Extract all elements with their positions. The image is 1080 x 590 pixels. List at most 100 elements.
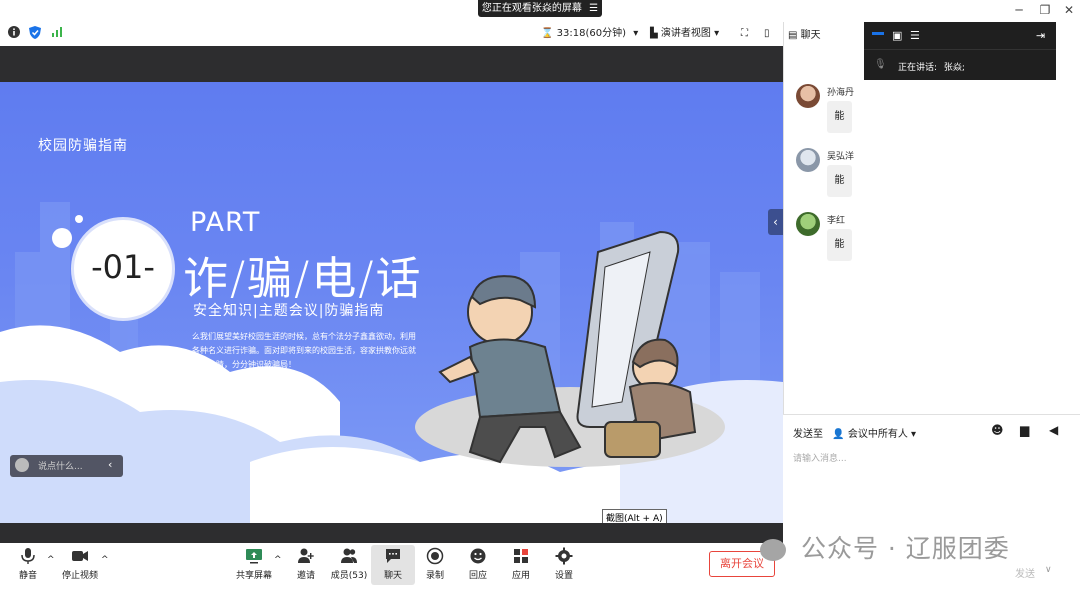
layout-icon: ▙ <box>650 28 658 39</box>
meeting-controls: 静音 ^ 停止视频 ^ 共享屏幕 ^ 邀请 成员(53) 聊天 录制 回应 应用… <box>0 543 783 590</box>
record-button[interactable]: 录制 <box>413 545 457 585</box>
chat-panel-title: 聊天 <box>800 30 821 41</box>
slide-title: 诈/骗/电/话 <box>183 252 423 305</box>
microphone-icon <box>21 548 35 564</box>
send-to-selector[interactable]: 发送至 👤 会议中所有人 ▾ <box>793 425 916 440</box>
sidebar-toggle-icon[interactable]: ▯ <box>764 26 770 42</box>
shield-icon[interactable] <box>29 26 41 42</box>
chevron-down-icon[interactable]: ∨ <box>1045 565 1052 575</box>
members-button[interactable]: 成员(53) <box>327 545 371 585</box>
stop-video-label: 停止视频 <box>61 571 98 581</box>
apps-label: 应用 <box>511 571 530 581</box>
folder-icon[interactable]: ▆ <box>1020 423 1029 437</box>
panel-collapse-button[interactable]: ‹ <box>768 209 783 235</box>
screenshot-tooltip: 截图(Alt + A) <box>602 509 667 523</box>
user-icon: 👤 <box>832 429 845 440</box>
view-mode-text: 演讲者视图 <box>660 28 711 39</box>
record-icon <box>426 547 444 565</box>
chevron-down-icon: ▾ <box>714 28 720 39</box>
users-icon <box>341 548 357 563</box>
send-to-label: 发送至 <box>793 429 823 440</box>
close-icon[interactable]: ✕ <box>1060 2 1078 18</box>
shared-slide: 校园防骗指南 -01- PART 诈/骗/电/话 安全知识|主题会议|防骗指南 … <box>0 82 783 523</box>
microphone-icon: 🎙 <box>874 59 887 70</box>
stop-video-button[interactable]: 停止视频 <box>58 545 102 585</box>
share-banner-text: 您正在观看张焱的屏幕 <box>481 3 582 14</box>
avatar[interactable] <box>796 212 820 236</box>
chat-label: 聊天 <box>383 571 402 581</box>
list-icon[interactable]: ☰ <box>910 29 920 42</box>
restore-icon[interactable]: ❐ <box>1036 2 1054 18</box>
message-sender: 李红 <box>827 216 846 226</box>
window-icon[interactable]: ▣ <box>892 29 902 42</box>
decor-dot <box>52 228 72 248</box>
avatar[interactable] <box>796 148 820 172</box>
message-sender: 吴弘洋 <box>827 152 855 162</box>
overlay-chat-placeholder[interactable]: 说点什么... <box>38 459 83 472</box>
watermark-text: 公众号 · 辽服团委 <box>800 534 1010 563</box>
avatar[interactable] <box>796 84 820 108</box>
send-button[interactable]: 发送 <box>1015 565 1035 580</box>
slide-subtitle: 安全知识|主题会议|防骗指南 <box>193 303 385 319</box>
hand-icon <box>470 548 486 564</box>
speaker-window[interactable]: ▣ ☰ ⇥ 🎙 正在讲话: 张焱; <box>864 22 1056 80</box>
share-screen-icon <box>246 549 262 564</box>
fullscreen-icon[interactable]: ⛶ <box>741 26 748 42</box>
slide-description: 么我们展望美好校园生涯的时候，总有个法分子鑫鑫欲动，利用各种名义进行诈骗。面对即… <box>192 332 416 369</box>
settings-button[interactable]: 设置 <box>542 545 586 585</box>
message-sender: 孙海丹 <box>827 88 855 98</box>
apps-button[interactable]: 应用 <box>499 545 543 585</box>
add-user-icon <box>298 548 314 563</box>
signal-icon[interactable] <box>51 26 63 42</box>
send-to-value: 会议中所有人 <box>847 429 908 440</box>
decor-dot <box>75 215 83 223</box>
tile-layout-icon[interactable] <box>872 32 884 35</box>
chevron-up-icon[interactable]: ^ <box>101 555 109 565</box>
chat-bubble-icon: ▤ <box>788 30 798 41</box>
meeting-toolbar: ⌛ 33:18(60分钟) ▾ ▙ 演讲者视图 ▾ ⛶ ▯ <box>0 22 783 46</box>
slide-chat-overlay[interactable]: 说点什么... ‹ <box>10 455 123 477</box>
chevron-left-icon[interactable]: ‹ <box>108 458 112 471</box>
share-banner[interactable]: 您正在观看张焱的屏幕 ☰ <box>478 0 602 17</box>
invite-label: 邀请 <box>296 571 315 581</box>
section-number: -01- <box>91 248 155 286</box>
chevron-down-icon: ▾ <box>911 429 917 440</box>
chevron-up-icon[interactable]: ^ <box>47 555 55 565</box>
meeting-timer[interactable]: ⌛ 33:18(60分钟) ▾ <box>541 26 638 42</box>
hourglass-icon: ⌛ <box>541 28 554 39</box>
stage-bottom-bar <box>0 523 783 543</box>
mute-label: 静音 <box>18 571 37 581</box>
chat-input[interactable]: 请输入消息... <box>793 451 847 464</box>
reactions-button[interactable]: 回应 <box>456 545 500 585</box>
view-mode-selector[interactable]: ▙ 演讲者视图 ▾ <box>650 26 719 42</box>
emoji-icon[interactable] <box>15 458 29 472</box>
speaker-name: 张焱; <box>943 63 965 73</box>
chat-panel-header[interactable]: ▤ 聊天 <box>788 26 821 41</box>
gear-icon <box>555 547 573 565</box>
camera-icon <box>72 551 88 561</box>
wechat-icon <box>760 539 786 561</box>
slide-header: 校园防骗指南 <box>38 138 128 154</box>
apps-grid-icon <box>514 549 528 563</box>
expand-icon[interactable]: ⇥ <box>1036 29 1045 42</box>
speaker-status: 正在讲话: 张焱; <box>898 60 965 73</box>
speaker-label: 正在讲话: <box>898 63 938 73</box>
chevron-down-icon: ▾ <box>633 28 639 39</box>
message-bubble: 能 <box>827 165 852 197</box>
mute-button[interactable]: 静音 <box>6 545 50 585</box>
minimize-icon[interactable]: ─ <box>1010 2 1028 18</box>
settings-label: 设置 <box>554 571 573 581</box>
chat-button[interactable]: 聊天 <box>371 545 415 585</box>
chevron-up-icon[interactable]: ^ <box>274 555 282 565</box>
section-number-circle: -01- <box>71 217 175 321</box>
megaphone-icon[interactable]: ◀ <box>1049 423 1058 437</box>
invite-button[interactable]: 邀请 <box>284 545 328 585</box>
emoji-icon[interactable]: ☻ <box>991 423 1004 437</box>
share-screen-button[interactable]: 共享屏幕 <box>232 545 276 585</box>
info-icon[interactable] <box>8 26 20 42</box>
share-screen-label: 共享屏幕 <box>235 571 272 581</box>
collapse-icon[interactable]: ☰ <box>589 3 598 14</box>
slide-part-label: PART <box>190 207 261 238</box>
watermark: 公众号 · 辽服团委 <box>760 529 1010 565</box>
stage-top-bar <box>0 46 783 82</box>
